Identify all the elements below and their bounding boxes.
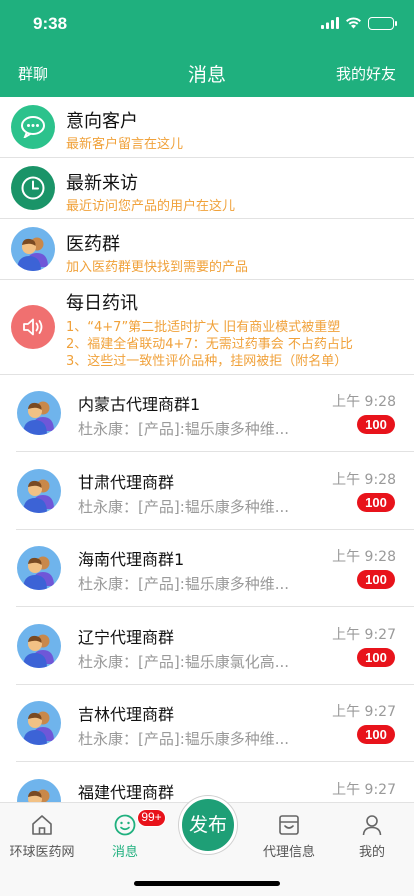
tab-mine[interactable]: 我的 — [332, 813, 412, 860]
message-count-badge: 99+ — [137, 809, 166, 827]
feature-pharma-groups[interactable]: 医药群 加入医药群更快找到需要的产品 — [0, 219, 414, 280]
feature-recent-visits[interactable]: 最新来访 最近访问您产品的用户在这儿 — [0, 158, 414, 219]
status-time: 9:38 — [33, 14, 68, 33]
tab-agent-info[interactable]: 代理信息 — [249, 813, 329, 860]
chat-last-message: 杜永康：[产品]:韫乐康多种维... — [78, 575, 290, 593]
group-avatar-icon — [11, 227, 55, 271]
feature-subtitle: 最新客户留言在这儿 — [66, 137, 184, 152]
unread-badge: 100 — [357, 570, 395, 589]
feature-intent-customers[interactable]: 意向客户 最新客户留言在这儿 — [0, 97, 414, 158]
chat-last-message: 杜永康：[产品]:韫乐康多种维... — [78, 730, 290, 748]
chat-time: 上午 9:28 — [332, 549, 396, 565]
news-line: 3、这些过一致性评价品种，挂网被拒（附名单） — [66, 354, 348, 369]
feature-title: 最新来访 — [66, 173, 138, 194]
tab-label: 代理信息 — [262, 845, 315, 860]
feature-subtitle: 加入医药群更快找到需要的产品 — [66, 260, 249, 275]
chat-last-message: 杜永康：[产品]:韫乐康多种维... — [78, 497, 290, 516]
chat-name: 福建代理商群 — [78, 782, 175, 802]
chat-name: 甘肃代理商群 — [78, 472, 175, 492]
tab-home[interactable]: 环球医药网 — [2, 813, 82, 860]
publish-button[interactable]: 发布 — [179, 796, 237, 854]
feature-daily-news[interactable]: 每日药讯 1、“4+7”第二批适时扩大 旧有商业模式被重塑 2、福建全省联动4+… — [0, 280, 414, 375]
status-icons — [321, 14, 397, 33]
chat-row[interactable]: 海南代理商群1 杜永康：[产品]:韫乐康多种维... 上午 9:28 100 — [0, 530, 414, 607]
chat-time: 上午 9:28 — [332, 471, 396, 488]
chat-bubble-icon — [11, 105, 55, 149]
signal-icon — [321, 14, 339, 33]
chat-last-message: 杜永康：[产品]:韫乐康氯化高... — [78, 652, 290, 671]
chat-row[interactable]: 甘肃代理商群杜永康：[产品]:韫乐康多种维... 上午 9:28 100 — [0, 453, 414, 530]
clock-icon — [11, 166, 55, 210]
home-icon — [2, 813, 82, 837]
unread-badge: 100 — [357, 725, 395, 744]
group-avatar-icon — [17, 546, 61, 590]
feature-title: 每日药讯 — [66, 293, 138, 314]
home-indicator — [134, 881, 280, 886]
chat-time: 上午 9:27 — [332, 781, 396, 798]
inbox-icon — [249, 813, 329, 837]
tab-label: 消息 — [111, 845, 138, 860]
feature-subtitle: 最近访问您产品的用户在这儿 — [66, 199, 236, 214]
chat-name: 吉林代理商群 — [78, 705, 175, 724]
wifi-icon — [345, 14, 362, 33]
chat-row[interactable]: 辽宁代理商群杜永康：[产品]:韫乐康氯化高... 上午 9:27 100 — [0, 608, 414, 685]
battery-icon — [368, 16, 397, 30]
unread-badge: 100 — [357, 492, 395, 512]
speaker-icon — [11, 305, 55, 349]
tab-label: 我的 — [358, 845, 385, 860]
header-bar: 9:38 群聊 消息 我的好友 — [0, 0, 414, 97]
chat-time: 上午 9:28 — [332, 394, 396, 410]
chat-time: 上午 9:27 — [332, 626, 396, 643]
chat-row[interactable]: 内蒙古代理商群1 杜永康：[产品]:韫乐康多种维... 上午 9:28 100 — [0, 375, 414, 452]
unread-badge: 100 — [357, 415, 395, 434]
tab-label: 环球医药网 — [9, 845, 75, 860]
chat-row[interactable]: 吉林代理商群杜永康：[产品]:韫乐康多种维... 上午 9:27 100 — [0, 685, 414, 762]
group-avatar-icon — [17, 391, 61, 435]
chat-name: 内蒙古代理商群1 — [78, 395, 201, 414]
my-friends-button[interactable]: 我的好友 — [336, 63, 396, 84]
chat-name: 辽宁代理商群 — [78, 627, 175, 647]
chat-time: 上午 9:27 — [332, 704, 396, 720]
feature-title: 医药群 — [66, 234, 120, 255]
group-avatar-icon — [17, 701, 61, 745]
chat-name: 海南代理商群1 — [78, 550, 185, 569]
feature-title: 意向客户 — [66, 111, 138, 132]
group-avatar-icon — [17, 468, 61, 513]
unread-badge: 100 — [357, 647, 395, 667]
group-avatar-icon — [17, 623, 61, 668]
user-icon — [332, 813, 412, 837]
chat-last-message: 杜永康：[产品]:韫乐康多种维... — [78, 420, 290, 438]
